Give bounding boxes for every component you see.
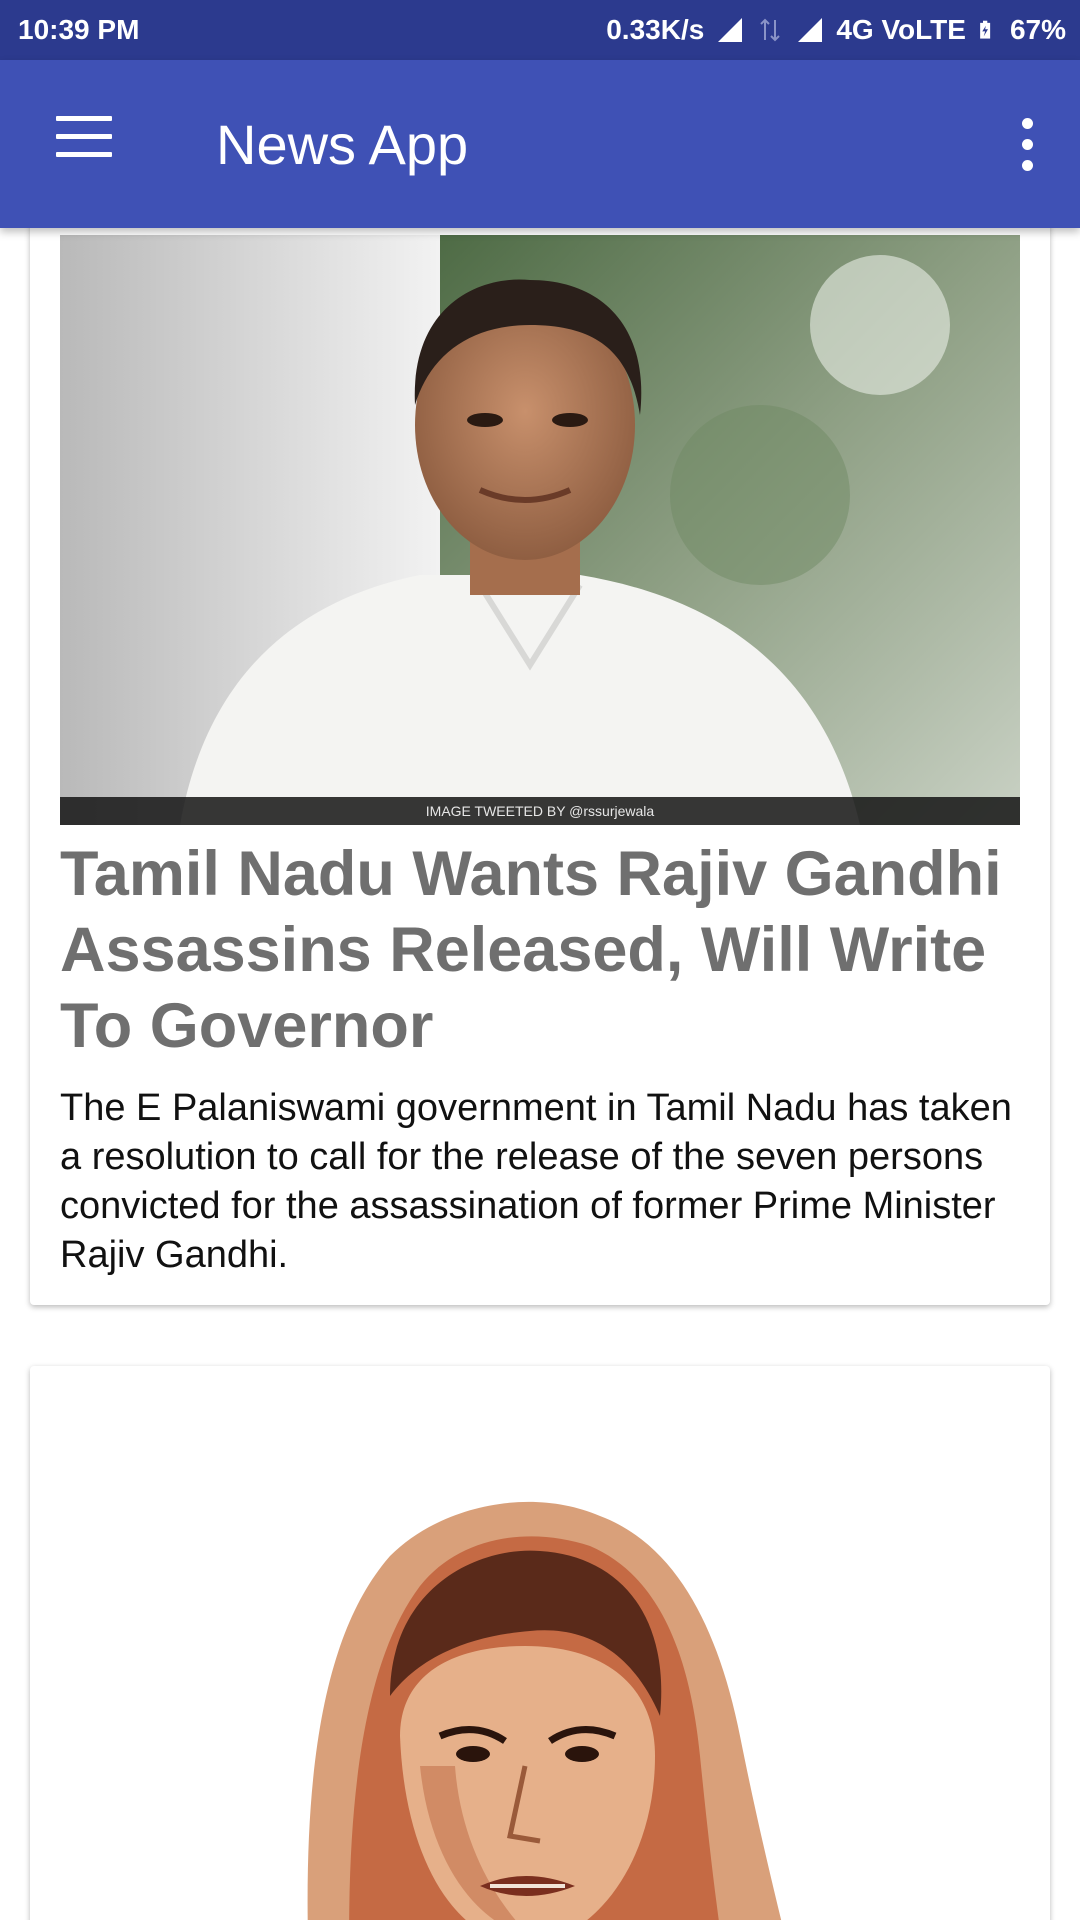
app-title: News App <box>216 113 469 176</box>
article-image: IMAGE TWEETED BY @rssurjewala <box>60 235 1020 825</box>
image-caption: IMAGE TWEETED BY @rssurjewala <box>60 797 1020 825</box>
network-type: 4G VoLTE <box>836 14 966 45</box>
article-card[interactable]: IMAGE TWEETED BY @rssurjewala Tamil Nadu… <box>30 228 1050 1305</box>
news-list[interactable]: IMAGE TWEETED BY @rssurjewala Tamil Nadu… <box>0 228 1080 1920</box>
battery-percent: 67% <box>1009 14 1066 45</box>
status-bar: 10:39 PM 0.33K/s 4G VoLTE 67% <box>0 0 1080 60</box>
battery-charging-icon <box>980 20 991 39</box>
more-vert-icon[interactable] <box>1006 112 1050 176</box>
data-activity-icon <box>760 18 781 42</box>
signal-icon-2 <box>798 18 823 42</box>
portrait-photo <box>60 235 1020 825</box>
article-image <box>60 1436 1020 1920</box>
signal-icon <box>718 18 743 42</box>
article-headline[interactable]: Tamil Nadu Wants Rajiv Gandhi Assassins … <box>60 836 1020 1064</box>
net-speed: 0.33K/s <box>606 14 705 45</box>
app-bar: News App <box>0 60 1080 228</box>
status-time: 10:39 PM <box>18 14 140 45</box>
article-summary: The E Palaniswami government in Tamil Na… <box>60 1087 1012 1276</box>
status-indicators: 0.33K/s 4G VoLTE 67% <box>606 14 1066 46</box>
article-card[interactable]: ET <box>30 1366 1050 1920</box>
hamburger-menu-icon[interactable] <box>40 104 128 176</box>
illustration-image <box>307 1501 782 1920</box>
